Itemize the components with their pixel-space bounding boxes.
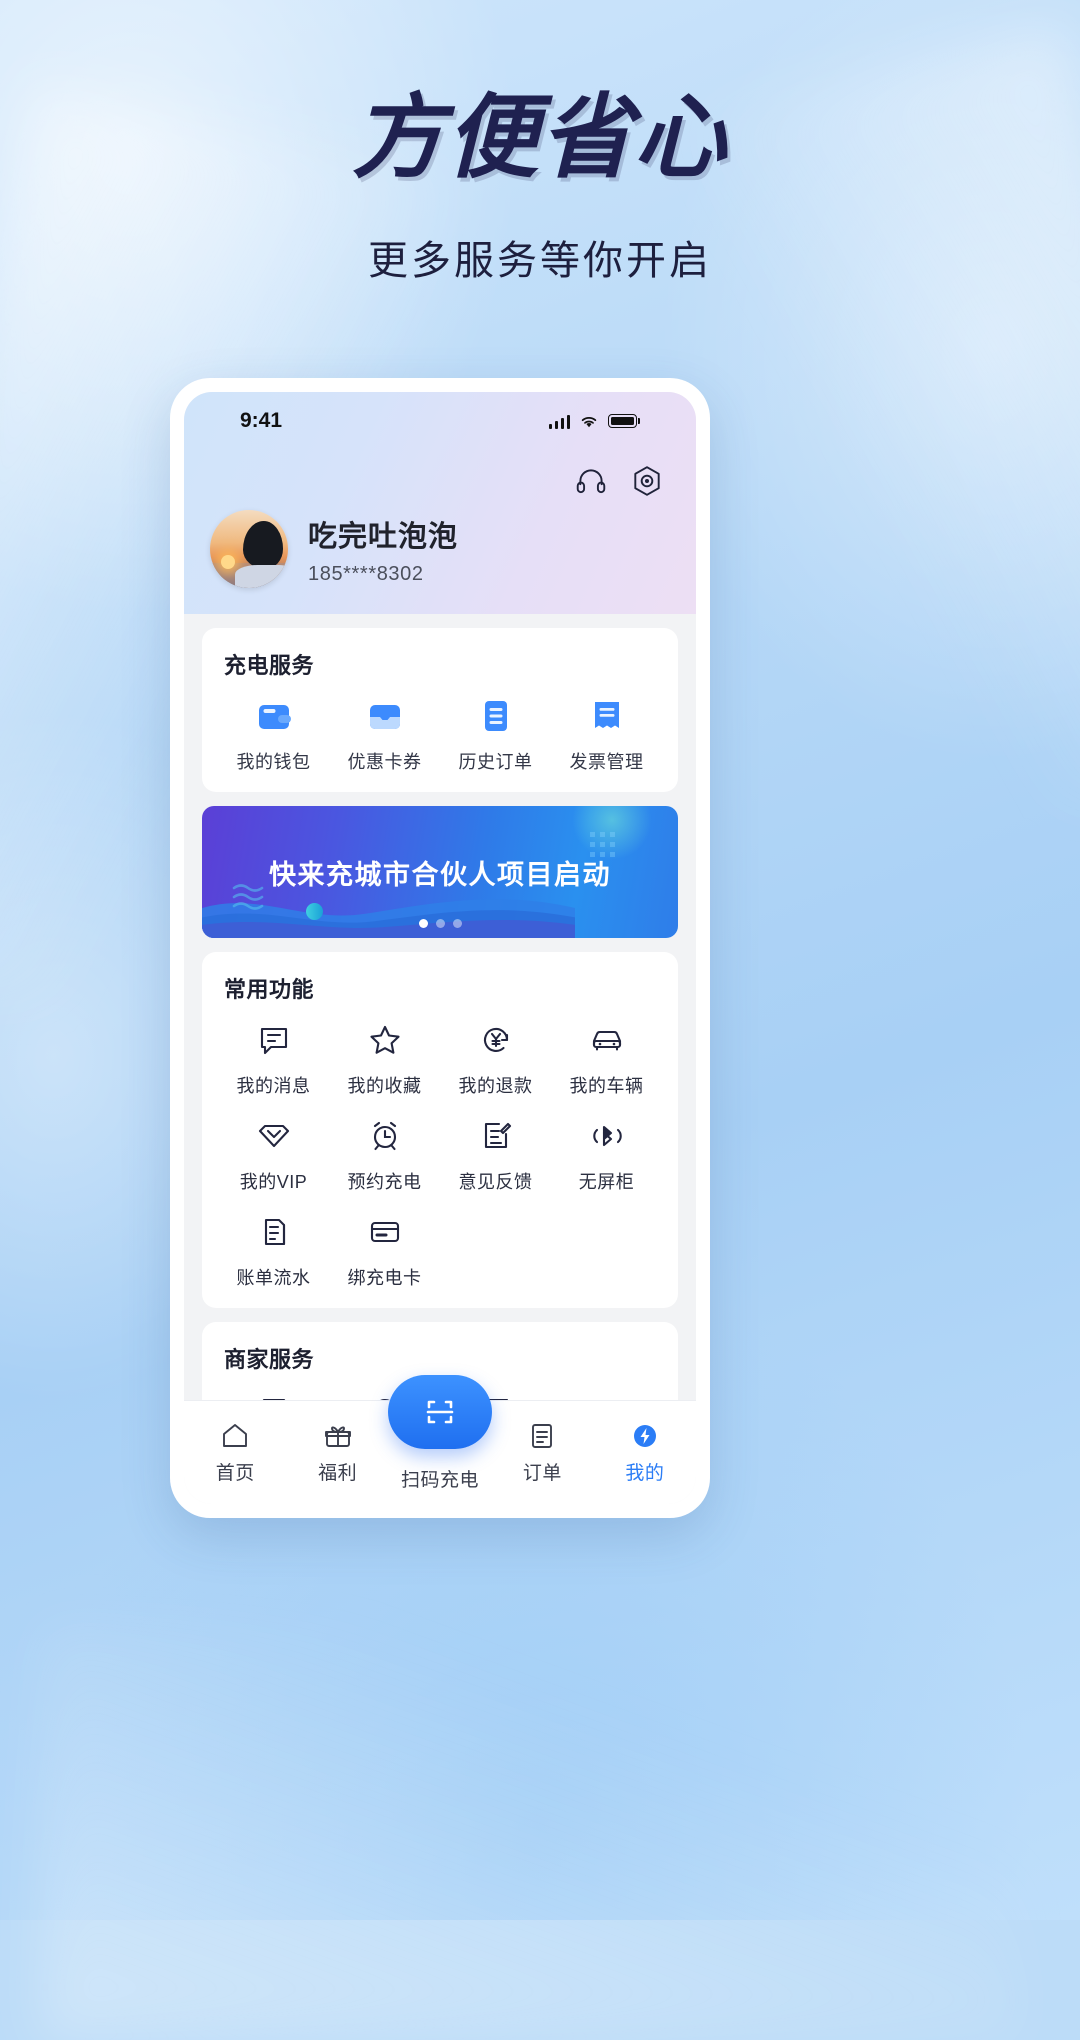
function-label: 意见反馈 <box>458 1172 533 1192</box>
function-label: 我的消息 <box>236 1076 311 1096</box>
bluetooth-icon <box>585 1114 629 1158</box>
function-item-vip[interactable]: 我的VIP <box>218 1114 329 1194</box>
carousel-dots[interactable] <box>202 919 678 928</box>
battery-icon <box>608 414 637 428</box>
function-item-favorites[interactable]: 我的收藏 <box>329 1018 440 1098</box>
status-time: 9:41 <box>240 409 283 432</box>
service-item-orders[interactable]: 历史订单 <box>440 694 551 774</box>
function-label: 无屏柜 <box>578 1172 635 1192</box>
card-icon <box>363 1210 407 1254</box>
tab-label: 订单 <box>522 1462 562 1484</box>
function-item-cabinet[interactable]: 无屏柜 <box>551 1114 662 1194</box>
service-label: 历史订单 <box>458 752 533 772</box>
wifi-icon <box>581 416 597 427</box>
service-label: 优惠卡券 <box>347 752 422 772</box>
wallet-icon <box>252 694 296 738</box>
function-item-vehicle[interactable]: 我的车辆 <box>551 1018 662 1098</box>
service-item-coupon[interactable]: 优惠卡券 <box>329 694 440 774</box>
refund-icon <box>474 1018 518 1062</box>
profile-header: 9:41 吃完吐泡泡 185****8302 <box>184 392 696 614</box>
hero-title: 方便省心 <box>351 87 728 189</box>
charging-service-card: 充电服务 我的钱包 优惠卡券 历史订单 发票管理 <box>202 628 678 792</box>
banner-text: 快来充城市合伙人项目启动 <box>269 859 611 890</box>
common-functions-title: 常用功能 <box>224 977 315 1002</box>
signal-bars-icon <box>548 414 570 429</box>
phone-mockup: 9:41 吃完吐泡泡 185****8302 充电服务 我的钱包 优惠卡券 历史… <box>170 378 710 1518</box>
order-icon <box>532 1423 553 1448</box>
tab-label: 扫码充电 <box>401 1470 480 1491</box>
tab-benefits[interactable]: 福利 <box>286 1421 388 1485</box>
tab-home[interactable]: 首页 <box>184 1421 286 1485</box>
background-streak <box>40 1620 1020 2040</box>
function-label: 绑充电卡 <box>347 1268 422 1288</box>
hero-section: 方便省心 更多服务等你开启 <box>0 0 1080 286</box>
function-item-refund[interactable]: 我的退款 <box>440 1018 551 1098</box>
invoice-icon <box>585 694 629 738</box>
coupon-icon <box>363 694 407 738</box>
diamond-icon <box>252 1114 296 1158</box>
function-label: 我的退款 <box>458 1076 533 1096</box>
service-label: 我的钱包 <box>236 752 311 772</box>
charging-service-title: 充电服务 <box>224 653 315 678</box>
message-icon <box>252 1018 296 1062</box>
phone-screen: 9:41 吃完吐泡泡 185****8302 充电服务 我的钱包 优惠卡券 历史… <box>184 392 696 1504</box>
common-functions-card: 常用功能 我的消息 我的收藏 我的退款 我的车辆 我的VIP 预约充电 意见反馈… <box>202 952 678 1308</box>
profile-phone: 185****8302 <box>308 562 424 585</box>
function-item-bill[interactable]: 账单流水 <box>218 1210 329 1290</box>
shop-icon <box>252 1388 296 1400</box>
customer-service-icon[interactable] <box>574 464 608 498</box>
status-indicators <box>548 414 640 429</box>
function-item-messages[interactable]: 我的消息 <box>218 1018 329 1098</box>
car-icon <box>585 1018 629 1062</box>
avatar[interactable] <box>210 510 288 588</box>
tab-orders[interactable]: 订单 <box>491 1421 593 1485</box>
app-content: 9:41 吃完吐泡泡 185****8302 充电服务 我的钱包 优惠卡券 历史… <box>184 392 696 1400</box>
profile-icon <box>633 1424 656 1447</box>
tab-label: 我的 <box>625 1462 665 1484</box>
promo-banner[interactable]: 快来充城市合伙人项目启动 <box>202 806 678 938</box>
function-item-feedback[interactable]: 意见反馈 <box>440 1114 551 1194</box>
bottom-tab-bar: 首页 福利 扫码充电 订单 我的 <box>184 1375 696 1504</box>
function-label: 我的VIP <box>239 1172 308 1192</box>
bubble-decoration <box>306 903 323 920</box>
function-item-bind-card[interactable]: 绑充电卡 <box>329 1210 440 1290</box>
function-label: 我的车辆 <box>569 1076 644 1096</box>
home-icon <box>223 1423 248 1447</box>
function-label: 我的收藏 <box>347 1076 422 1096</box>
profile-block[interactable]: 吃完吐泡泡 185****8302 <box>210 510 670 588</box>
order-list-icon <box>474 694 518 738</box>
function-label: 预约充电 <box>347 1172 422 1192</box>
service-item-wallet[interactable]: 我的钱包 <box>218 694 329 774</box>
charging-service-grid: 我的钱包 优惠卡券 历史订单 发票管理 <box>218 694 662 774</box>
settings-icon[interactable] <box>630 464 664 498</box>
scan-icon <box>426 1400 454 1424</box>
tab-label: 首页 <box>215 1462 255 1484</box>
function-item-reserve[interactable]: 预约充电 <box>329 1114 440 1194</box>
star-icon <box>363 1018 407 1062</box>
service-label: 发票管理 <box>569 752 644 772</box>
tab-label: 福利 <box>318 1462 358 1484</box>
tab-profile[interactable]: 我的 <box>594 1421 696 1485</box>
alarm-clock-icon <box>363 1114 407 1158</box>
merchant-service-title: 商家服务 <box>224 1347 315 1372</box>
profile-name: 吃完吐泡泡 <box>308 520 459 553</box>
function-label: 账单流水 <box>236 1268 311 1288</box>
merchant-item-center[interactable]: 商家中心 <box>218 1388 329 1400</box>
status-bar: 9:41 <box>210 392 670 450</box>
scan-charge-button[interactable] <box>388 1375 492 1449</box>
feedback-icon <box>474 1114 518 1158</box>
gift-icon <box>324 1425 351 1447</box>
bill-icon <box>252 1210 296 1254</box>
common-functions-grid: 我的消息 我的收藏 我的退款 我的车辆 我的VIP 预约充电 意见反馈 无屏柜 … <box>218 1018 662 1290</box>
header-action-row <box>210 450 670 504</box>
hero-subtitle: 更多服务等你开启 <box>368 239 712 283</box>
tab-scan-charge[interactable]: 扫码充电 <box>388 1375 492 1492</box>
service-item-invoice[interactable]: 发票管理 <box>551 694 662 774</box>
